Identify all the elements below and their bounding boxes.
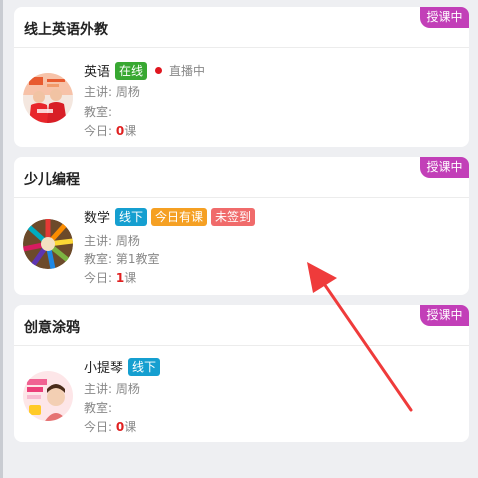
red-annotation-arrow-icon (307, 262, 413, 412)
